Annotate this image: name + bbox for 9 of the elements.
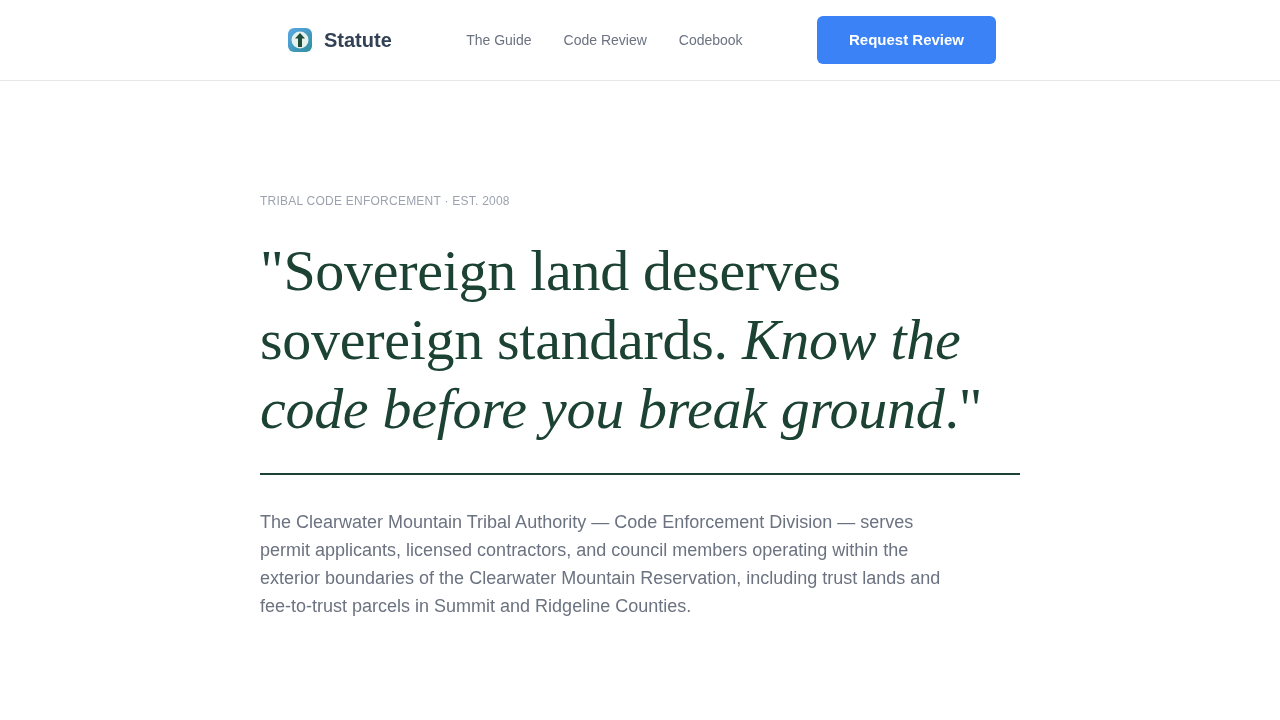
- nav-link[interactable]: Codebook: [678, 29, 743, 51]
- hero-headline: "Sovereign land deserves sovereign standards. Know the code before you break ground.": [260, 237, 984, 443]
- arrow-up-logo-icon: [288, 28, 312, 52]
- nav-link[interactable]: The Guide: [466, 29, 532, 51]
- eyebrow-text: TRIBAL CODE ENFORCEMENT · EST. 2008: [260, 193, 511, 210]
- nav-link[interactable]: Code Review: [563, 29, 647, 51]
- intro-paragraph: The Clearwater Mountain Tribal Authority — Code Enforcement Division — serves permit applicants, licensed contractors, and council members operating within the exterior boundaries of the Clearwater Mountain Reservation, including trust lands and fee-to-trust parcels in Summit and Ridgeline Counties.: [260, 511, 942, 618]
- brand-name[interactable]: Statute: [324, 25, 392, 55]
- request-review-button[interactable]: Request Review: [817, 16, 996, 64]
